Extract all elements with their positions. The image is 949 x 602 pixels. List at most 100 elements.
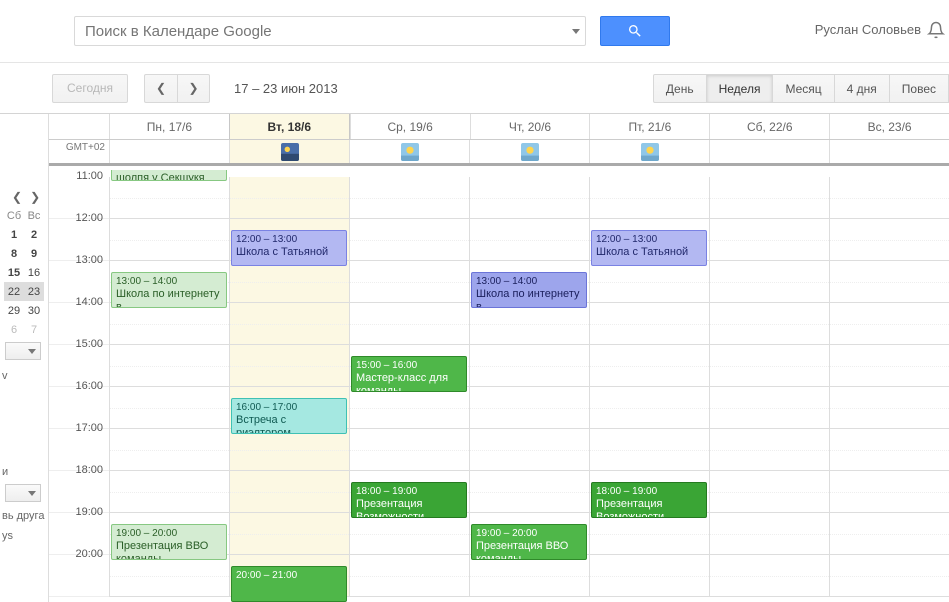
mini-day[interactable]: 16 — [24, 263, 44, 282]
day-header[interactable]: Вт, 18/6 — [229, 114, 350, 139]
search-icon — [627, 23, 643, 39]
event-time: 19:00 – 20:00 — [116, 527, 222, 540]
prev-button[interactable]: ❮ — [144, 74, 177, 103]
event-title: Презентация Возможности — [596, 498, 702, 518]
sidebar-dropdown[interactable] — [5, 342, 41, 360]
event[interactable]: 12:00 – 13:00Школа с Татьяной — [591, 230, 707, 266]
event-time: 13:00 – 14:00 — [476, 275, 582, 288]
event-time: 18:00 – 19:00 — [356, 485, 462, 498]
event[interactable]: 19:00 – 20:00Презентация ВВО команды — [111, 524, 227, 560]
day-header[interactable]: Пт, 21/6 — [589, 114, 709, 139]
allday-cell[interactable] — [589, 140, 709, 163]
allday-cell[interactable] — [349, 140, 469, 163]
event-time: 13:00 – 14:00 — [116, 275, 222, 288]
day-header[interactable]: Чт, 20/6 — [470, 114, 590, 139]
chevron-down-icon — [572, 29, 580, 34]
chevron-down-icon — [28, 349, 36, 354]
day-header[interactable]: Ср, 19/6 — [350, 114, 470, 139]
mini-day[interactable]: 15 — [4, 263, 24, 282]
mini-day[interactable]: 29 — [4, 301, 24, 320]
mini-day[interactable]: 8 — [4, 244, 24, 263]
allday-row: GMT+02 — [49, 140, 949, 166]
mini-calendar: СбВс 12 89 1516 2223 2930 67 — [4, 206, 44, 339]
event-title: Презентация ВВО команды — [476, 540, 582, 560]
allday-cell[interactable] — [709, 140, 829, 163]
mini-day[interactable]: 2 — [24, 225, 44, 244]
event-time: 18:00 – 19:00 — [596, 485, 702, 498]
day-column[interactable]: шолпя v Секшукя13:00 – 14:00Школа по инт… — [109, 177, 229, 597]
view-switcher: День Неделя Месяц 4 дня Повес — [653, 74, 949, 103]
mini-day[interactable]: 1 — [4, 225, 24, 244]
event[interactable]: 12:00 – 13:00Школа с Татьяной — [231, 230, 347, 266]
search-input[interactable] — [75, 23, 567, 40]
day-column[interactable]: 12:00 – 13:00Школа с Татьяной 18:00 – 19:… — [589, 177, 709, 597]
today-button[interactable]: Сегодня — [52, 74, 128, 103]
view-agenda[interactable]: Повес — [890, 74, 949, 103]
mini-day[interactable]: 22 — [4, 282, 24, 301]
event-title: Школа по интернету в — [476, 288, 582, 308]
event-time: 12:00 – 13:00 — [596, 233, 702, 246]
weather-icon — [641, 143, 659, 161]
allday-cell[interactable] — [109, 140, 229, 163]
time-grid: 11:0012:0013:0014:0015:0016:0017:0018:00… — [49, 177, 949, 597]
event[interactable]: 13:00 – 14:00Школа по интернету в — [111, 272, 227, 308]
weather-icon — [401, 143, 419, 161]
view-day[interactable]: День — [653, 74, 707, 103]
event[interactable]: 20:00 – 21:00 — [231, 566, 347, 602]
sidebar-dropdown[interactable] — [5, 484, 41, 502]
event-title: Школа с Татьяной — [596, 246, 702, 259]
mini-day[interactable]: 7 — [24, 320, 44, 339]
mini-next[interactable]: ❯ — [30, 190, 40, 204]
event[interactable]: шолпя v Секшукя — [111, 170, 227, 181]
allday-cell[interactable] — [829, 140, 949, 163]
weather-icon — [281, 143, 299, 161]
time-label: 20:00 — [49, 555, 109, 597]
next-button[interactable]: ❯ — [177, 74, 210, 103]
sidebar-label: v — [2, 370, 8, 382]
mini-day[interactable]: 30 — [24, 301, 44, 320]
search-box[interactable] — [74, 16, 586, 46]
day-header[interactable]: Пн, 17/6 — [109, 114, 229, 139]
timezone-label: GMT+02 — [49, 140, 109, 163]
event-title: шолпя v Секшукя — [116, 172, 222, 181]
event[interactable]: 18:00 – 19:00Презентация Возможности — [591, 482, 707, 518]
search-button[interactable] — [600, 16, 670, 46]
event[interactable]: 15:00 – 16:00Мастер-класс для команды — [351, 356, 467, 392]
event-time: 19:00 – 20:00 — [476, 527, 582, 540]
event-title: Встреча с риэлтором — [236, 414, 342, 434]
day-header[interactable]: Сб, 22/6 — [709, 114, 829, 139]
sidebar: ❮ ❯ СбВс 12 89 1516 2223 2930 67 v и вь … — [0, 114, 48, 602]
allday-cell[interactable] — [229, 140, 349, 163]
chevron-left-icon: ❮ — [156, 81, 166, 95]
mini-header: Сб — [4, 206, 24, 225]
user-name[interactable]: Руслан Соловьев — [815, 22, 921, 37]
sidebar-label: вь друга — [2, 510, 44, 522]
mini-day[interactable]: 6 — [4, 320, 24, 339]
event-title: Презентация Возможности — [356, 498, 462, 518]
view-4days[interactable]: 4 дня — [835, 74, 890, 103]
event[interactable]: 16:00 – 17:00Встреча с риэлтором — [231, 398, 347, 434]
event-title: Мастер-класс для команды — [356, 372, 462, 392]
allday-cell[interactable] — [469, 140, 589, 163]
day-column[interactable]: 15:00 – 16:00Мастер-класс для команды 18:… — [349, 177, 469, 597]
chevron-right-icon: ❯ — [188, 81, 198, 95]
event-time: 20:00 – 21:00 — [236, 569, 342, 582]
event-title: Школа по интернету в — [116, 288, 222, 308]
mini-day[interactable]: 23 — [24, 282, 44, 301]
view-week[interactable]: Неделя — [707, 74, 774, 103]
event[interactable]: 19:00 – 20:00Презентация ВВО команды — [471, 524, 587, 560]
mini-prev[interactable]: ❮ — [12, 190, 22, 204]
day-column[interactable] — [829, 177, 949, 597]
event[interactable]: 13:00 – 14:00Школа по интернету в — [471, 272, 587, 308]
day-column[interactable]: 12:00 – 13:00Школа с Татьяной 16:00 – 17:… — [229, 177, 349, 597]
mini-day[interactable]: 9 — [24, 244, 44, 263]
day-column[interactable]: 13:00 – 14:00Школа по интернету в 19:00 –… — [469, 177, 589, 597]
weather-icon — [521, 143, 539, 161]
day-headers: Пн, 17/6 Вт, 18/6 Ср, 19/6 Чт, 20/6 Пт, … — [49, 114, 949, 140]
view-month[interactable]: Месяц — [773, 74, 834, 103]
day-column[interactable] — [709, 177, 829, 597]
day-header[interactable]: Вс, 23/6 — [829, 114, 949, 139]
event[interactable]: 18:00 – 19:00Презентация Возможности — [351, 482, 467, 518]
notifications-icon[interactable] — [927, 20, 945, 43]
search-dropdown[interactable] — [567, 17, 585, 45]
